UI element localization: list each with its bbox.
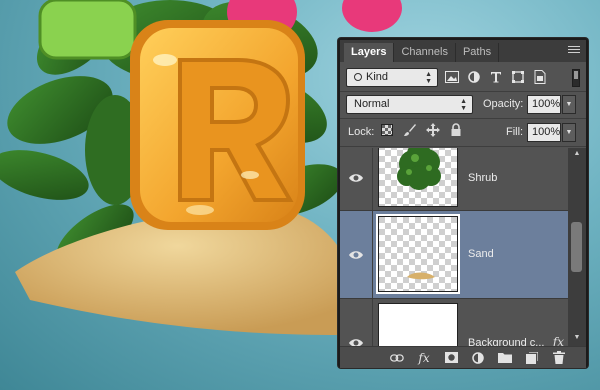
fill-label: Fill:	[506, 126, 524, 138]
divider	[340, 91, 586, 92]
opacity-label: Opacity:	[483, 98, 524, 110]
fx-icon[interactable]: fx	[417, 351, 431, 365]
divider	[340, 118, 586, 119]
layer-list-scrollbar[interactable]: ▲ ▼	[568, 148, 586, 346]
fill-input[interactable]: 100%	[527, 123, 561, 142]
link-layers-icon[interactable]	[390, 351, 404, 365]
opacity-input[interactable]: 100%	[527, 95, 561, 114]
blend-row: Normal ▲ ▼ Opacity: 100% ▼	[340, 94, 586, 116]
scroll-down-arrow-icon[interactable]: ▼	[568, 334, 586, 346]
pink-flower-right	[342, 0, 402, 32]
blend-mode-select[interactable]: Normal ▲ ▼	[346, 95, 473, 114]
lock-row: Lock: Fill: 100% ▼	[340, 120, 586, 144]
shape-filter-icon[interactable]	[510, 69, 526, 85]
select-arrows-icon: ▲ ▼	[460, 98, 467, 112]
green-block	[38, 0, 137, 60]
scrollbar-thumb[interactable]	[571, 222, 582, 272]
tab-channels[interactable]: Channels	[394, 43, 456, 62]
eye-icon[interactable]	[348, 337, 364, 346]
layers-panel: Layers Channels Paths Kind ▲ ▼ Normal ▲ …	[338, 38, 588, 368]
kind-filter-value: Kind	[366, 71, 389, 83]
lock-transparent-pixels-icon[interactable]	[380, 123, 394, 137]
filter-icons	[444, 69, 548, 85]
letter-r	[130, 20, 305, 230]
image-filter-icon[interactable]	[444, 69, 460, 85]
eye-icon[interactable]	[348, 249, 364, 261]
kind-filter-select[interactable]: Kind ▲ ▼	[346, 68, 438, 87]
layer-thumbnail-background	[378, 303, 458, 346]
layer-thumbnail-sand	[376, 214, 460, 294]
select-arrows-icon: ▲ ▼	[425, 71, 432, 85]
layer-row-sand[interactable]: Sand	[340, 211, 568, 299]
layer-name: Shrub	[468, 171, 498, 184]
filter-toggle-switch[interactable]	[572, 69, 580, 87]
adjustment-layer-icon[interactable]	[471, 351, 485, 365]
layer-list: Shrub Sand Background c... fx	[340, 148, 568, 346]
mask-icon[interactable]	[444, 351, 458, 365]
layer-name: Sand	[468, 247, 494, 260]
trash-icon[interactable]	[552, 351, 566, 365]
lock-all-padlock-icon[interactable]	[449, 123, 463, 137]
blend-mode-value: Normal	[354, 98, 390, 110]
panel-bottom-toolbar: fx	[340, 346, 586, 368]
adjustment-filter-icon[interactable]	[466, 69, 482, 85]
lock-position-move-icon[interactable]	[426, 123, 440, 137]
search-icon	[354, 73, 362, 81]
layer-name: Background c...	[468, 337, 545, 346]
layer-thumbnail-shrub	[378, 148, 458, 207]
fill-dropdown-icon[interactable]: ▼	[562, 123, 576, 142]
layer-row-background-copy[interactable]: Background c... fx	[340, 299, 568, 346]
tab-paths[interactable]: Paths	[456, 43, 500, 62]
eye-icon[interactable]	[348, 172, 364, 184]
lock-label: Lock:	[348, 126, 375, 138]
smart-object-filter-icon[interactable]	[532, 69, 548, 85]
group-folder-icon[interactable]	[498, 351, 512, 365]
divider	[340, 146, 586, 147]
lock-image-pixels-brush-icon[interactable]	[403, 123, 417, 137]
tab-layers[interactable]: Layers	[344, 43, 395, 62]
layer-effects-fx-icon[interactable]: fx	[553, 335, 564, 346]
panel-menu-icon[interactable]	[568, 46, 580, 56]
lock-icons	[380, 123, 463, 137]
filter-row: Kind ▲ ▼	[340, 66, 586, 90]
new-layer-icon[interactable]	[525, 351, 539, 365]
panel-tab-bar: Layers Channels Paths	[340, 40, 586, 62]
opacity-dropdown-icon[interactable]: ▼	[562, 95, 576, 114]
type-filter-icon[interactable]	[488, 69, 504, 85]
scroll-up-arrow-icon[interactable]: ▲	[568, 150, 586, 162]
layer-row-shrub[interactable]: Shrub	[340, 148, 568, 211]
